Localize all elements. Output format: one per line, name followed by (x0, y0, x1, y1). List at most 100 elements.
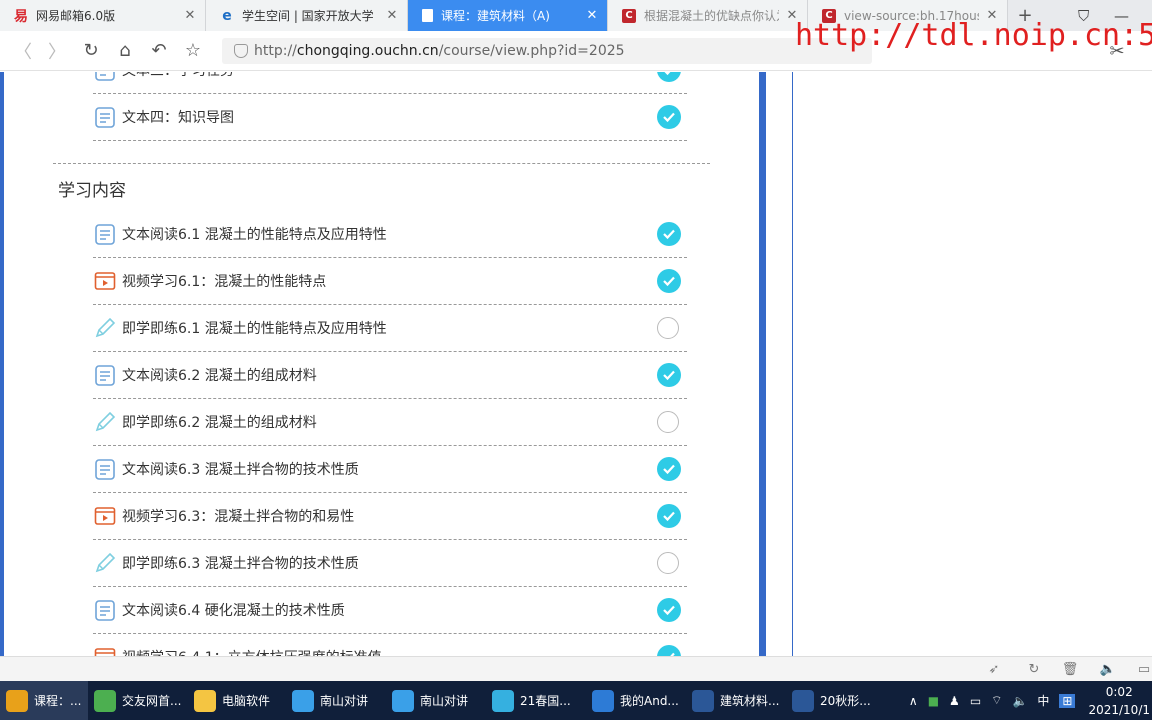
url-host: chongqing.ouchn.cn (296, 43, 439, 59)
tab-label: 学生空间 | 国家开放大学 (242, 9, 374, 23)
activity-label: 即学即练6.3 混凝土拌合物的技术性质 (122, 556, 359, 572)
activity-item-mindmap[interactable]: 文本四：知识导图 (93, 94, 687, 141)
completed-check-icon[interactable] (657, 269, 681, 293)
star-icon[interactable]: ☆ (176, 34, 210, 68)
activity-label: 文本四：知识导图 (122, 110, 234, 126)
activity-item[interactable]: 即学即练6.2 混凝土的组成材料 (93, 399, 687, 446)
text-document-icon (95, 224, 115, 245)
tab-label: 根据混凝土的优缺点你认为 (644, 9, 779, 23)
taskbar-item-label: 交友网首... (122, 694, 182, 708)
completed-check-icon[interactable] (657, 363, 681, 387)
trash-icon[interactable]: 🗑 (1062, 661, 1079, 677)
rocket-icon[interactable]: ➶ (986, 661, 1002, 677)
incomplete-circle-icon[interactable] (657, 317, 679, 339)
taskbar-item[interactable]: 我的And... (586, 681, 686, 720)
completed-check-icon[interactable] (657, 598, 681, 622)
taskbar-item[interactable]: 20秋形... (786, 681, 876, 720)
activity-item[interactable]: 文本阅读6.3 混凝土拌合物的技术性质 (93, 446, 687, 493)
netease-icon: 易 (14, 8, 28, 25)
url-prefix: http:// (254, 43, 297, 59)
taskbar-item[interactable]: 南山对讲 (386, 681, 486, 720)
pen-icon (492, 689, 514, 712)
phone-icon (592, 689, 614, 712)
incomplete-circle-icon[interactable] (657, 552, 679, 574)
activity-label: 即学即练6.1 混凝土的性能特点及应用特性 (122, 321, 387, 337)
wechat-icon[interactable]: ■ (928, 694, 939, 708)
taskbar-item[interactable]: 电脑软件 (188, 681, 286, 720)
activity-label: 文本阅读6.4 硬化混凝土的技术性质 (122, 603, 345, 619)
tab-student-space[interactable]: e 学生空间 | 国家开放大学 ✕ (206, 0, 408, 31)
window-icon[interactable]: ▭ (1136, 661, 1152, 677)
video-icon (94, 648, 116, 656)
activity-item[interactable]: 即学即练6.1 混凝土的性能特点及应用特性 (93, 305, 687, 352)
url-path: /course/view.php?id=2025 (438, 43, 625, 59)
completed-check-icon[interactable] (657, 504, 681, 528)
activity-item-partial[interactable]: 文本三：学习任务 (93, 72, 687, 94)
activity-label: 视频学习6.1：混凝土的性能特点 (122, 274, 327, 290)
activity-item[interactable]: 即学即练6.3 混凝土拌合物的技术性质 (93, 540, 687, 587)
chevron-up-icon[interactable]: ∧ (909, 694, 918, 708)
folder-icon (194, 689, 216, 712)
walkie-icon (392, 689, 414, 712)
ime-indicator[interactable]: 中 (1037, 692, 1049, 709)
activity-item[interactable]: 文本阅读6.1 混凝土的性能特点及应用特性 (93, 211, 687, 258)
section-title: 学习内容 (58, 181, 126, 201)
taskbar-item-label: 建筑材料... (720, 694, 780, 708)
speaker-icon[interactable]: 🔈 (1012, 694, 1027, 708)
close-icon[interactable]: ✕ (385, 8, 399, 23)
refresh-icon[interactable]: ↻ (1026, 661, 1042, 677)
qq-icon[interactable]: ♟ (949, 694, 960, 708)
completed-check-icon[interactable] (657, 222, 681, 246)
close-icon[interactable]: ✕ (183, 8, 197, 23)
pencil-icon (95, 317, 116, 338)
taskbar-item[interactable]: 南山对讲 (286, 681, 386, 720)
taskbar-item-label: 20秋形... (820, 694, 871, 708)
activity-label: 文本阅读6.1 混凝土的性能特点及应用特性 (122, 227, 387, 243)
c-logo-icon: C (622, 8, 636, 23)
activity-item[interactable]: 视频学习6.4.1：立方体抗压强度的标准值 (93, 634, 687, 656)
clock[interactable]: 0:02 2021/10/1 (1088, 683, 1150, 719)
taskbar-item[interactable]: 课程：... (0, 681, 88, 720)
battery-icon[interactable]: ▭ (970, 694, 981, 708)
word-icon (792, 689, 814, 712)
activity-item[interactable]: 文本阅读6.4 硬化混凝土的技术性质 (93, 587, 687, 634)
shield-icon (234, 44, 248, 58)
text-document-icon (95, 600, 115, 621)
input-method-icon[interactable]: ⊞ (1059, 693, 1076, 708)
system-tray: ∧ ■ ♟ ▭ ⌔ 🔈 中 ⊞ 0:02 2021/10/1 (904, 681, 1152, 720)
completed-check-icon[interactable] (657, 645, 681, 656)
address-field[interactable]: http://chongqing.ouchn.cn/course/view.ph… (222, 38, 872, 64)
clock-date: 2021/10/1 (1088, 702, 1150, 717)
volume-icon[interactable]: 🔈 (1100, 661, 1116, 677)
completed-check-icon[interactable] (657, 105, 681, 129)
activity-label: 视频学习6.3：混凝土拌合物的和易性 (122, 509, 355, 525)
taskbar-item-label: 课程：... (34, 694, 82, 708)
tab-netease-mail[interactable]: 易 网易邮箱6.0版 ✕ (0, 0, 206, 31)
back-icon[interactable]: 〈 (6, 34, 40, 68)
undo-icon[interactable]: ↶ (142, 34, 176, 68)
watermark-url: http://tdl.noip.cn:52 (795, 18, 1152, 53)
browser-status-bar: ➶ ↻ 🗑 🔈 ▭ (0, 656, 1152, 681)
tab-course-active[interactable]: 课程：建筑材料（A) ✕ (408, 0, 608, 31)
activity-item[interactable]: 文本阅读6.2 混凝土的组成材料 (93, 352, 687, 399)
incomplete-circle-icon[interactable] (657, 411, 679, 433)
windows-taskbar: 课程：... 交友网首... 电脑软件 南山对讲 南山对讲 21春国... 我的And...… (0, 681, 1152, 720)
close-icon[interactable]: ✕ (585, 8, 599, 23)
walkie-icon (292, 689, 314, 712)
completed-check-icon[interactable] (657, 72, 681, 82)
taskbar-item[interactable]: 建筑材料... (686, 681, 786, 720)
pencil-icon (95, 411, 116, 432)
activity-item[interactable]: 视频学习6.3：混凝土拌合物的和易性 (93, 493, 687, 540)
reload-icon[interactable]: ↻ (74, 34, 108, 68)
activity-label: 文本阅读6.2 混凝土的组成材料 (122, 368, 317, 384)
home-icon[interactable]: ⌂ (108, 34, 142, 68)
activity-item[interactable]: 视频学习6.1：混凝土的性能特点 (93, 258, 687, 305)
course-page: 文本三：学习任务 文本四：知识导图 学习内容 文本阅读6.1 混凝土的性能特点及… (0, 72, 1152, 656)
wifi-icon[interactable]: ⌔ (991, 693, 1002, 708)
forward-icon[interactable]: 〉 (40, 34, 74, 68)
tab-concrete-question[interactable]: C 根据混凝土的优缺点你认为 ✕ (608, 0, 808, 31)
taskbar-item[interactable]: 21春国... (486, 681, 586, 720)
taskbar-item-label: 南山对讲 (420, 694, 469, 708)
completed-check-icon[interactable] (657, 457, 681, 481)
taskbar-item[interactable]: 交友网首... (88, 681, 188, 720)
